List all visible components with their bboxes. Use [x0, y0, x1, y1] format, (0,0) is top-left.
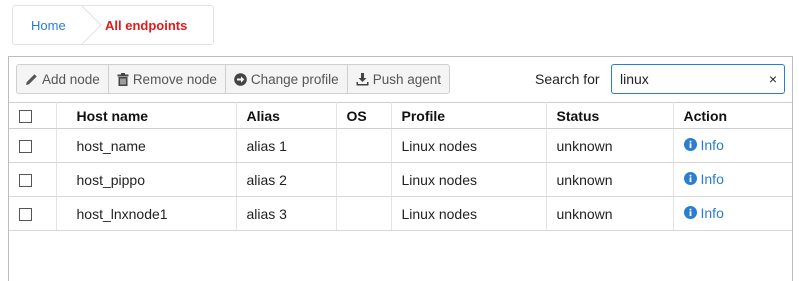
- table-header-row: Host name Alias OS Profile Status Action: [9, 102, 792, 129]
- info-label: Info: [700, 204, 724, 221]
- column-host-name[interactable]: Host name: [56, 102, 237, 129]
- profile-cell: Linux nodes: [391, 162, 547, 197]
- action-cell: Info: [673, 128, 792, 163]
- alias-cell: alias 3: [236, 196, 337, 231]
- column-status[interactable]: Status: [546, 102, 674, 129]
- remove-node-button[interactable]: Remove node: [109, 65, 226, 93]
- os-cell: [336, 128, 392, 163]
- os-cell: [336, 162, 392, 197]
- breadcrumb-current: All endpoints: [105, 17, 188, 33]
- info-circle-icon: [683, 172, 697, 186]
- info-label: Info: [700, 170, 724, 187]
- row-select-cell: [9, 196, 57, 231]
- add-node-button[interactable]: Add node: [17, 65, 109, 93]
- info-circle-icon: [683, 206, 697, 220]
- row-select-cell: [9, 162, 57, 197]
- breadcrumb: Home All endpoints: [12, 5, 214, 45]
- toolbar: Add node Remove node Change profile Push…: [16, 64, 450, 94]
- os-cell: [336, 196, 392, 231]
- endpoints-table: Host name Alias OS Profile Status Action…: [9, 102, 792, 231]
- status-cell: unknown: [546, 196, 674, 231]
- table-row: host_name alias 1 Linux nodes unknown In…: [9, 128, 792, 163]
- download-icon: [356, 72, 369, 85]
- endpoints-panel: Add node Remove node Change profile Push…: [8, 56, 793, 281]
- push-agent-button[interactable]: Push agent: [348, 65, 449, 93]
- pencil-icon: [26, 73, 37, 85]
- action-cell: Info: [673, 196, 792, 231]
- alias-cell: alias 1: [236, 128, 337, 163]
- search-input[interactable]: [612, 65, 762, 93]
- status-cell: unknown: [546, 128, 674, 163]
- search-box: ×: [611, 64, 785, 94]
- table-row: host_pippo alias 2 Linux nodes unknown I…: [9, 162, 792, 197]
- alias-cell: alias 2: [236, 162, 337, 197]
- column-action: Action: [673, 102, 792, 129]
- profile-cell: Linux nodes: [391, 128, 547, 163]
- info-link[interactable]: Info: [683, 204, 724, 221]
- add-node-label: Add node: [42, 71, 100, 87]
- trash-icon: [117, 72, 129, 86]
- column-profile[interactable]: Profile: [391, 102, 547, 129]
- info-link[interactable]: Info: [683, 170, 724, 187]
- search-label: Search for: [535, 71, 600, 87]
- arrow-circle-right-icon: [234, 72, 247, 86]
- column-alias[interactable]: Alias: [236, 102, 337, 129]
- select-all-cell: [9, 102, 57, 129]
- row-checkbox[interactable]: [19, 208, 32, 222]
- status-cell: unknown: [546, 162, 674, 197]
- row-checkbox[interactable]: [19, 140, 32, 154]
- select-all-checkbox[interactable]: [19, 110, 32, 124]
- clear-search-button[interactable]: ×: [769, 71, 777, 87]
- info-link[interactable]: Info: [683, 136, 724, 153]
- action-cell: Info: [673, 162, 792, 197]
- host-name-cell: host_name: [56, 128, 237, 163]
- row-select-cell: [9, 128, 57, 163]
- breadcrumb-home-link[interactable]: Home: [13, 6, 83, 44]
- table-row: host_lnxnode1 alias 3 Linux nodes unknow…: [9, 196, 792, 231]
- change-profile-label: Change profile: [250, 71, 339, 87]
- info-circle-icon: [683, 138, 697, 152]
- host-name-cell: host_pippo: [56, 162, 237, 197]
- push-agent-label: Push agent: [372, 71, 441, 87]
- breadcrumb-separator: [81, 6, 102, 44]
- info-label: Info: [700, 136, 724, 153]
- remove-node-label: Remove node: [132, 71, 217, 87]
- change-profile-button[interactable]: Change profile: [226, 65, 348, 93]
- profile-cell: Linux nodes: [391, 196, 547, 231]
- column-os[interactable]: OS: [336, 102, 392, 129]
- host-name-cell: host_lnxnode1: [56, 196, 237, 231]
- row-checkbox[interactable]: [19, 174, 32, 188]
